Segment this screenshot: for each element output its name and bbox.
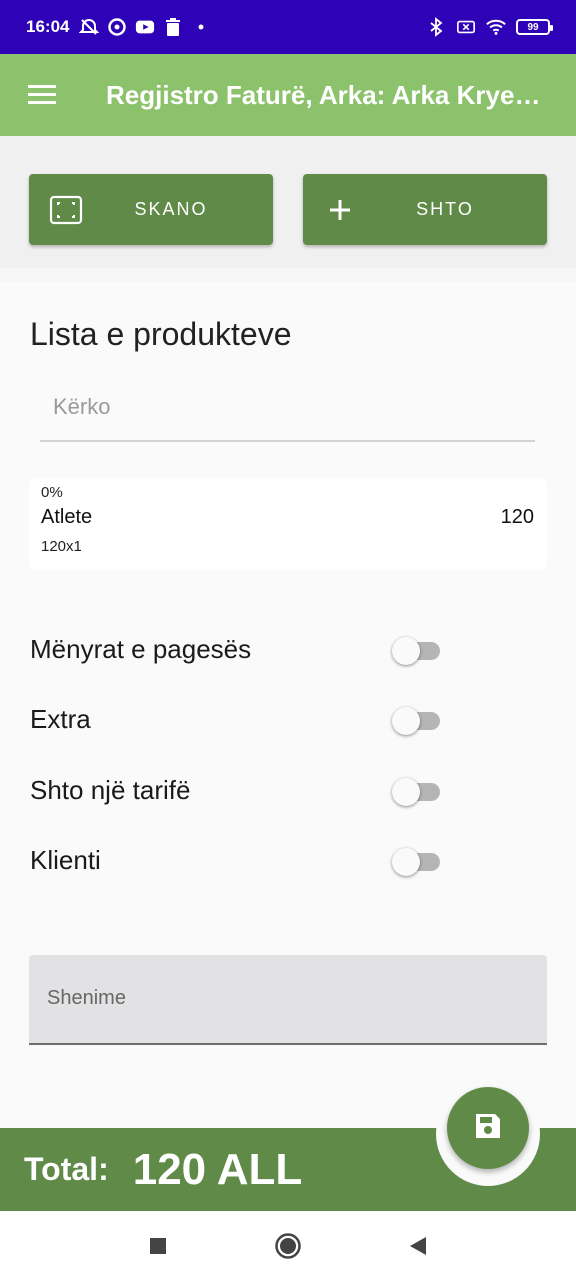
sim-off-icon [456, 17, 476, 37]
product-discount: 0% [41, 484, 63, 501]
add-button[interactable]: SHTO [303, 174, 547, 245]
home-button[interactable] [268, 1226, 308, 1266]
alarm-off-icon [79, 17, 100, 37]
search-field [40, 382, 535, 442]
wifi-icon [486, 17, 506, 37]
toggle-row-extra: Extra [30, 699, 450, 739]
save-icon [473, 1111, 503, 1146]
product-quantity: 120x1 [41, 538, 82, 555]
switch-thumb [392, 707, 420, 735]
add-button-label: SHTO [416, 199, 474, 219]
youtube-icon [135, 17, 155, 37]
toggle-label: Extra [30, 703, 91, 734]
app-bar: Regjistro Faturë, Arka: Arka Kryesore [0, 54, 576, 136]
list-item[interactable]: 0% Atlete 120x1 120 [29, 478, 547, 570]
product-name: Atlete [41, 506, 93, 528]
switch-thumb [392, 778, 420, 806]
total-value: 120 ALL [132, 1144, 303, 1194]
status-time: 16:04 [26, 17, 70, 36]
dot-icon [191, 17, 211, 37]
main-content: Lista e produkteve 0% Atlete 120x1 120 M… [0, 282, 576, 1132]
status-icons-left [79, 17, 211, 37]
scan-button[interactable]: SKANO [29, 174, 273, 245]
product-price: 120 [500, 506, 534, 528]
save-button[interactable] [447, 1087, 529, 1169]
trash-icon [163, 17, 183, 37]
notes-field [29, 955, 547, 1045]
toggle-row-add-fee: Shto një tarifë [30, 770, 450, 810]
notes-input[interactable] [29, 955, 547, 1042]
scan-button-label: SKANO [134, 199, 208, 219]
toggle-label: Mënyrat e pagesës [30, 633, 252, 664]
back-button[interactable] [398, 1226, 438, 1266]
total-label: Total: [24, 1151, 109, 1187]
search-input[interactable] [40, 382, 535, 432]
data-saver-icon [107, 17, 127, 37]
switch-thumb [392, 637, 420, 665]
toggle-label: Klienti [30, 844, 101, 875]
switch-thumb [392, 848, 420, 876]
product-list-title: Lista e produkteve [30, 316, 292, 352]
payment-methods-switch[interactable] [392, 635, 440, 665]
extra-switch[interactable] [392, 705, 440, 735]
nav-bar [0, 1211, 576, 1280]
menu-icon[interactable] [22, 74, 64, 116]
toggle-row-client: Klienti [30, 840, 450, 880]
client-switch[interactable] [392, 846, 440, 876]
page-title: Regjistro Faturë, Arka: Arka Kryesore [106, 79, 552, 110]
action-area: SKANO SHTO [0, 136, 576, 268]
recent-apps-button[interactable] [138, 1226, 178, 1266]
add-fee-switch[interactable] [392, 776, 440, 806]
status-bar: 16:04 99 [0, 0, 576, 54]
bluetooth-icon [426, 17, 446, 37]
toggle-label: Shto një tarifë [30, 774, 191, 805]
toggle-row-payment-methods: Mënyrat e pagesës [30, 629, 450, 669]
status-icons-right: 99 [426, 17, 553, 37]
battery-icon: 99 [516, 19, 553, 35]
